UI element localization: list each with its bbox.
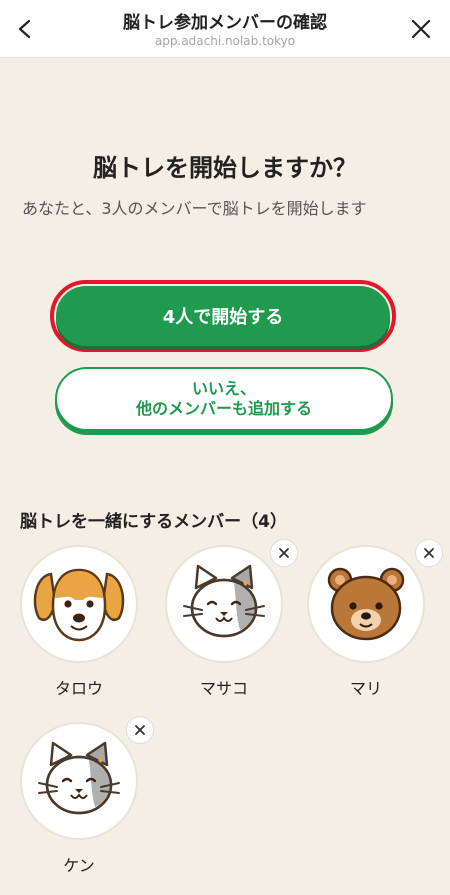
member-name: タロウ (54, 679, 103, 698)
cat-icon (183, 564, 265, 638)
remove-member-button[interactable] (270, 539, 298, 567)
primary-button-highlight: 4人で開始する (50, 280, 396, 352)
dog-icon (33, 568, 125, 642)
remove-member-button[interactable] (415, 539, 443, 567)
close-icon (279, 548, 289, 558)
members-section-title: 脳トレを一緒にするメンバー（4） (20, 512, 287, 532)
page-subtitle: あなたと、3人のメンバーで脳トレを開始します (22, 199, 367, 218)
page-title: 脳トレを開始しますか？ (93, 154, 357, 182)
close-icon (411, 19, 431, 39)
bear-icon (327, 567, 405, 641)
app-header: 脳トレ参加メンバーの確認 app.adachi.nolab.tokyo (0, 0, 450, 58)
member-item: マサコ (165, 539, 298, 705)
add-more-line2: 他のメンバーも追加する (135, 399, 312, 418)
header-title: 脳トレ参加メンバーの確認 (123, 13, 327, 33)
member-item: タロウ (20, 545, 140, 705)
member-item: マリ (307, 539, 443, 705)
member-avatar (20, 545, 138, 663)
add-more-members-button[interactable]: いいえ、 他のメンバーも追加する (55, 367, 393, 431)
header-url: app.adachi.nolab.tokyo (154, 34, 296, 48)
chevron-left-icon (18, 19, 31, 39)
close-icon (424, 548, 434, 558)
cat-icon (38, 741, 120, 815)
start-button-label: 4人で開始する (162, 307, 284, 328)
remove-member-button[interactable] (126, 716, 154, 744)
member-avatar (165, 545, 283, 663)
member-avatar (307, 545, 425, 663)
close-button[interactable] (404, 12, 438, 46)
member-name: マサコ (199, 679, 248, 698)
close-icon (135, 725, 145, 735)
member-item: ケン (20, 716, 154, 882)
member-avatar (20, 722, 138, 840)
add-more-line1: いいえ、 (191, 379, 256, 398)
member-name: マリ (349, 679, 382, 698)
back-button[interactable] (8, 12, 42, 46)
member-name: ケン (63, 856, 95, 875)
start-button[interactable]: 4人で開始する (56, 286, 390, 346)
